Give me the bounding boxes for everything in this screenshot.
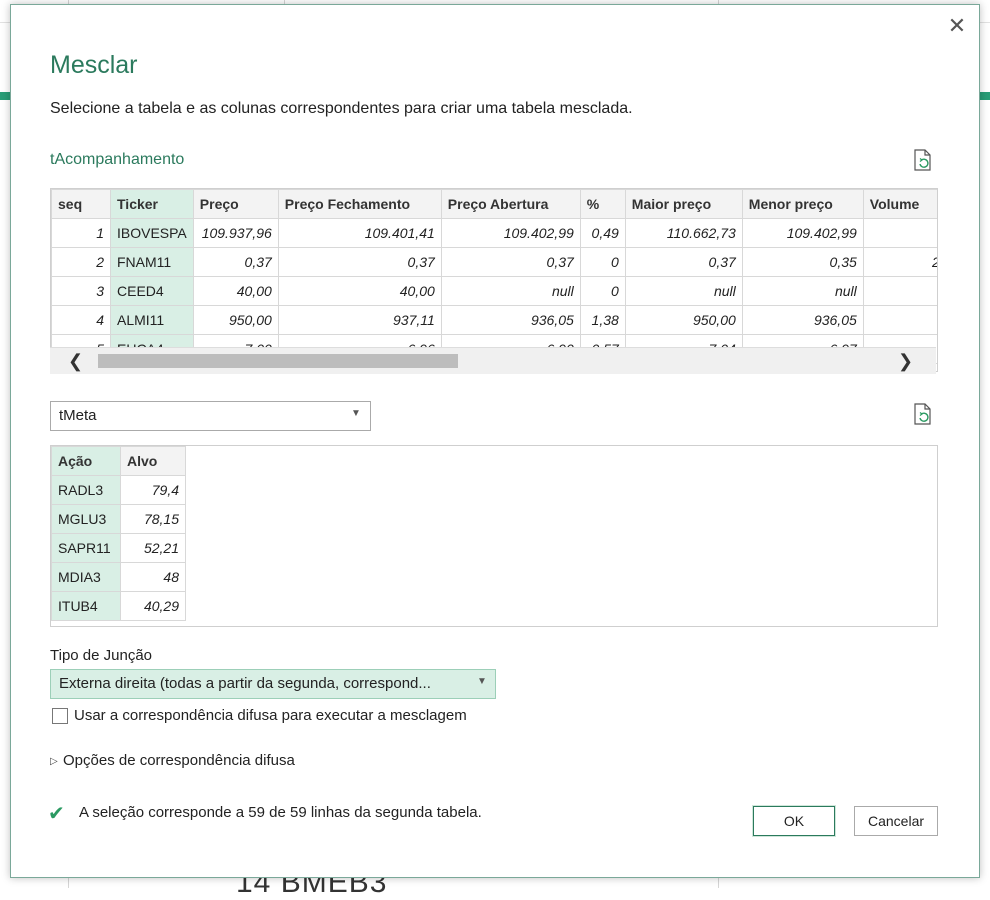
- table1-cell: 109.402,99: [440, 218, 581, 248]
- scroll-thumb[interactable]: [98, 354, 458, 368]
- table1-cell: 1,38: [579, 305, 626, 335]
- scroll-left-icon[interactable]: ❮: [68, 351, 83, 372]
- table2-cell: ITUB4: [51, 591, 121, 621]
- table1-cell: 2: [51, 247, 111, 277]
- table1-cell: 1: [51, 218, 111, 248]
- join-type-label: Tipo de Junção: [50, 647, 153, 664]
- table1-column-header[interactable]: Maior preço: [624, 189, 743, 219]
- table1-column-header[interactable]: Menor preço: [741, 189, 864, 219]
- table1-cell: [862, 218, 937, 248]
- table1-column-header[interactable]: Ticker: [110, 189, 194, 219]
- excel-accent-left: [0, 92, 10, 100]
- table2-cell: SAPR11: [51, 533, 121, 563]
- table1-column-header[interactable]: Preço: [192, 189, 279, 219]
- table1-scrollbar[interactable]: ❮ ❯: [50, 347, 936, 374]
- table1-column-header[interactable]: seq: [51, 189, 111, 219]
- table1-cell: 2: [862, 247, 937, 277]
- match-status-text: A seleção corresponde a 59 de 59 linhas …: [79, 804, 482, 821]
- table1-cell: 0,49: [579, 218, 626, 248]
- fuzzy-match-checkbox[interactable]: [52, 708, 68, 724]
- table1-cell: 109.937,96: [192, 218, 279, 248]
- table2-select[interactable]: tMeta ▼: [50, 401, 371, 431]
- table1-name: tAcompanhamento: [50, 151, 185, 168]
- table2-row: RADL3 79,4: [51, 475, 186, 505]
- join-type-value: Externa direita (todas a partir da segun…: [59, 675, 431, 692]
- table1-cell: [862, 276, 937, 306]
- table1-cell: 950,00: [192, 305, 279, 335]
- table1-cell: 4: [51, 305, 111, 335]
- refresh-preview-icon[interactable]: [914, 149, 932, 171]
- merge-dialog: ✕ Mesclar Selecione a tabela e as coluna…: [10, 4, 980, 878]
- table1-cell: 936,05: [741, 305, 864, 335]
- table2-cell: 79,4: [120, 475, 186, 505]
- table1-cell: 109.401,41: [277, 218, 442, 248]
- table1-cell: null: [741, 276, 864, 306]
- table1-cell: 0,37: [277, 247, 442, 277]
- table1-row: 3 CEED4 40,00 40,00 null 0 null null: [51, 276, 937, 306]
- checkmark-icon: ✔: [48, 803, 65, 825]
- table1-row: 2FNAM110,370,370,3700,370,352: [51, 247, 937, 277]
- table1-cell: IBOVESPA: [110, 218, 194, 248]
- dialog-description: Selecione a tabela e as colunas correspo…: [50, 100, 633, 117]
- table1-cell: 3: [51, 276, 111, 306]
- table2-column-header[interactable]: Alvo: [120, 446, 186, 476]
- table2-cell: 52,21: [120, 533, 186, 563]
- table2-cell: RADL3: [51, 475, 121, 505]
- table2-cell: MGLU3: [51, 504, 121, 534]
- table1-cell: 0,37: [624, 247, 743, 277]
- table1-row: 1 IBOVESPA 109.937,96 109.401,41 109.402,99 0…: [51, 218, 937, 248]
- table1-cell: 0,37: [192, 247, 279, 277]
- join-type-select[interactable]: Externa direita (todas a partir da segun…: [50, 669, 496, 699]
- table1-cell: 936,05: [440, 305, 581, 335]
- table1-cell: 950,00: [624, 305, 743, 335]
- table2-select-value: tMeta: [59, 407, 97, 424]
- chevron-down-icon: ▼: [351, 408, 361, 419]
- ok-button[interactable]: OK: [753, 806, 835, 836]
- table1-cell: null: [624, 276, 743, 306]
- table1-grid: seq Ticker Preço Preço Fechamento Preço Aber…: [51, 189, 937, 364]
- close-icon[interactable]: ✕: [946, 15, 968, 37]
- table1-cell: 0: [579, 276, 626, 306]
- table1-preview[interactable]: seq Ticker Preço Preço Fechamento Preço Aber…: [50, 188, 938, 372]
- table1-cell: 40,00: [277, 276, 442, 306]
- table1-cell: 110.662,73: [624, 218, 743, 248]
- table2-cell: 40,29: [120, 591, 186, 621]
- table1-column-header[interactable]: Preço Abertura: [440, 189, 581, 219]
- dialog-title: Mesclar: [50, 51, 138, 79]
- table1-row: 4 ALMI11 950,00 937,11 936,05 1,38 950,00 936,0…: [51, 305, 937, 335]
- table1-cell: CEED4: [110, 276, 194, 306]
- expand-triangle-icon[interactable]: ▷: [50, 756, 58, 767]
- table1-cell: 40,00: [192, 276, 279, 306]
- table1-cell: [862, 305, 937, 335]
- table1-column-header[interactable]: Volume: [862, 189, 937, 219]
- fuzzy-match-label[interactable]: Usar a correspondência difusa para execu…: [74, 707, 467, 724]
- table1-cell: null: [440, 276, 581, 306]
- table2-cell: MDIA3: [51, 562, 121, 592]
- table1-cell: 0,37: [440, 247, 581, 277]
- table1-column-header[interactable]: %: [579, 189, 626, 219]
- fuzzy-options-expander[interactable]: Opções de correspondência difusa: [63, 752, 295, 769]
- refresh-preview-icon[interactable]: [914, 403, 932, 425]
- table2-row: MDIA3 48: [51, 562, 186, 592]
- table2-row: SAPR11 52,21: [51, 533, 186, 563]
- table2-column-header[interactable]: Ação: [51, 446, 121, 476]
- scroll-right-icon[interactable]: ❯: [898, 351, 913, 372]
- table1-cell: ALMI11: [110, 305, 194, 335]
- table2-cell: 48: [120, 562, 186, 592]
- table2-row: MGLU3 78,15: [51, 504, 186, 534]
- cancel-button[interactable]: Cancelar: [854, 806, 938, 836]
- table1-cell: 0,35: [741, 247, 864, 277]
- table2-cell: 78,15: [120, 504, 186, 534]
- table1-cell: FNAM11: [110, 247, 194, 277]
- table1-cell: 0: [579, 247, 626, 277]
- table1-column-header[interactable]: Preço Fechamento: [277, 189, 442, 219]
- chevron-down-icon: ▼: [477, 676, 487, 687]
- table2-preview[interactable]: Ação Alvo RADL3 79,4 MGLU3 78,15 SAPR11 52,21 M…: [50, 445, 938, 627]
- table1-cell: 937,11: [277, 305, 442, 335]
- table1-cell: 109.402,99: [741, 218, 864, 248]
- table2-row: ITUB4 40,29: [51, 591, 186, 621]
- table2-grid: Ação Alvo RADL3 79,4 MGLU3 78,15 SAPR11 52,21 M…: [51, 446, 186, 621]
